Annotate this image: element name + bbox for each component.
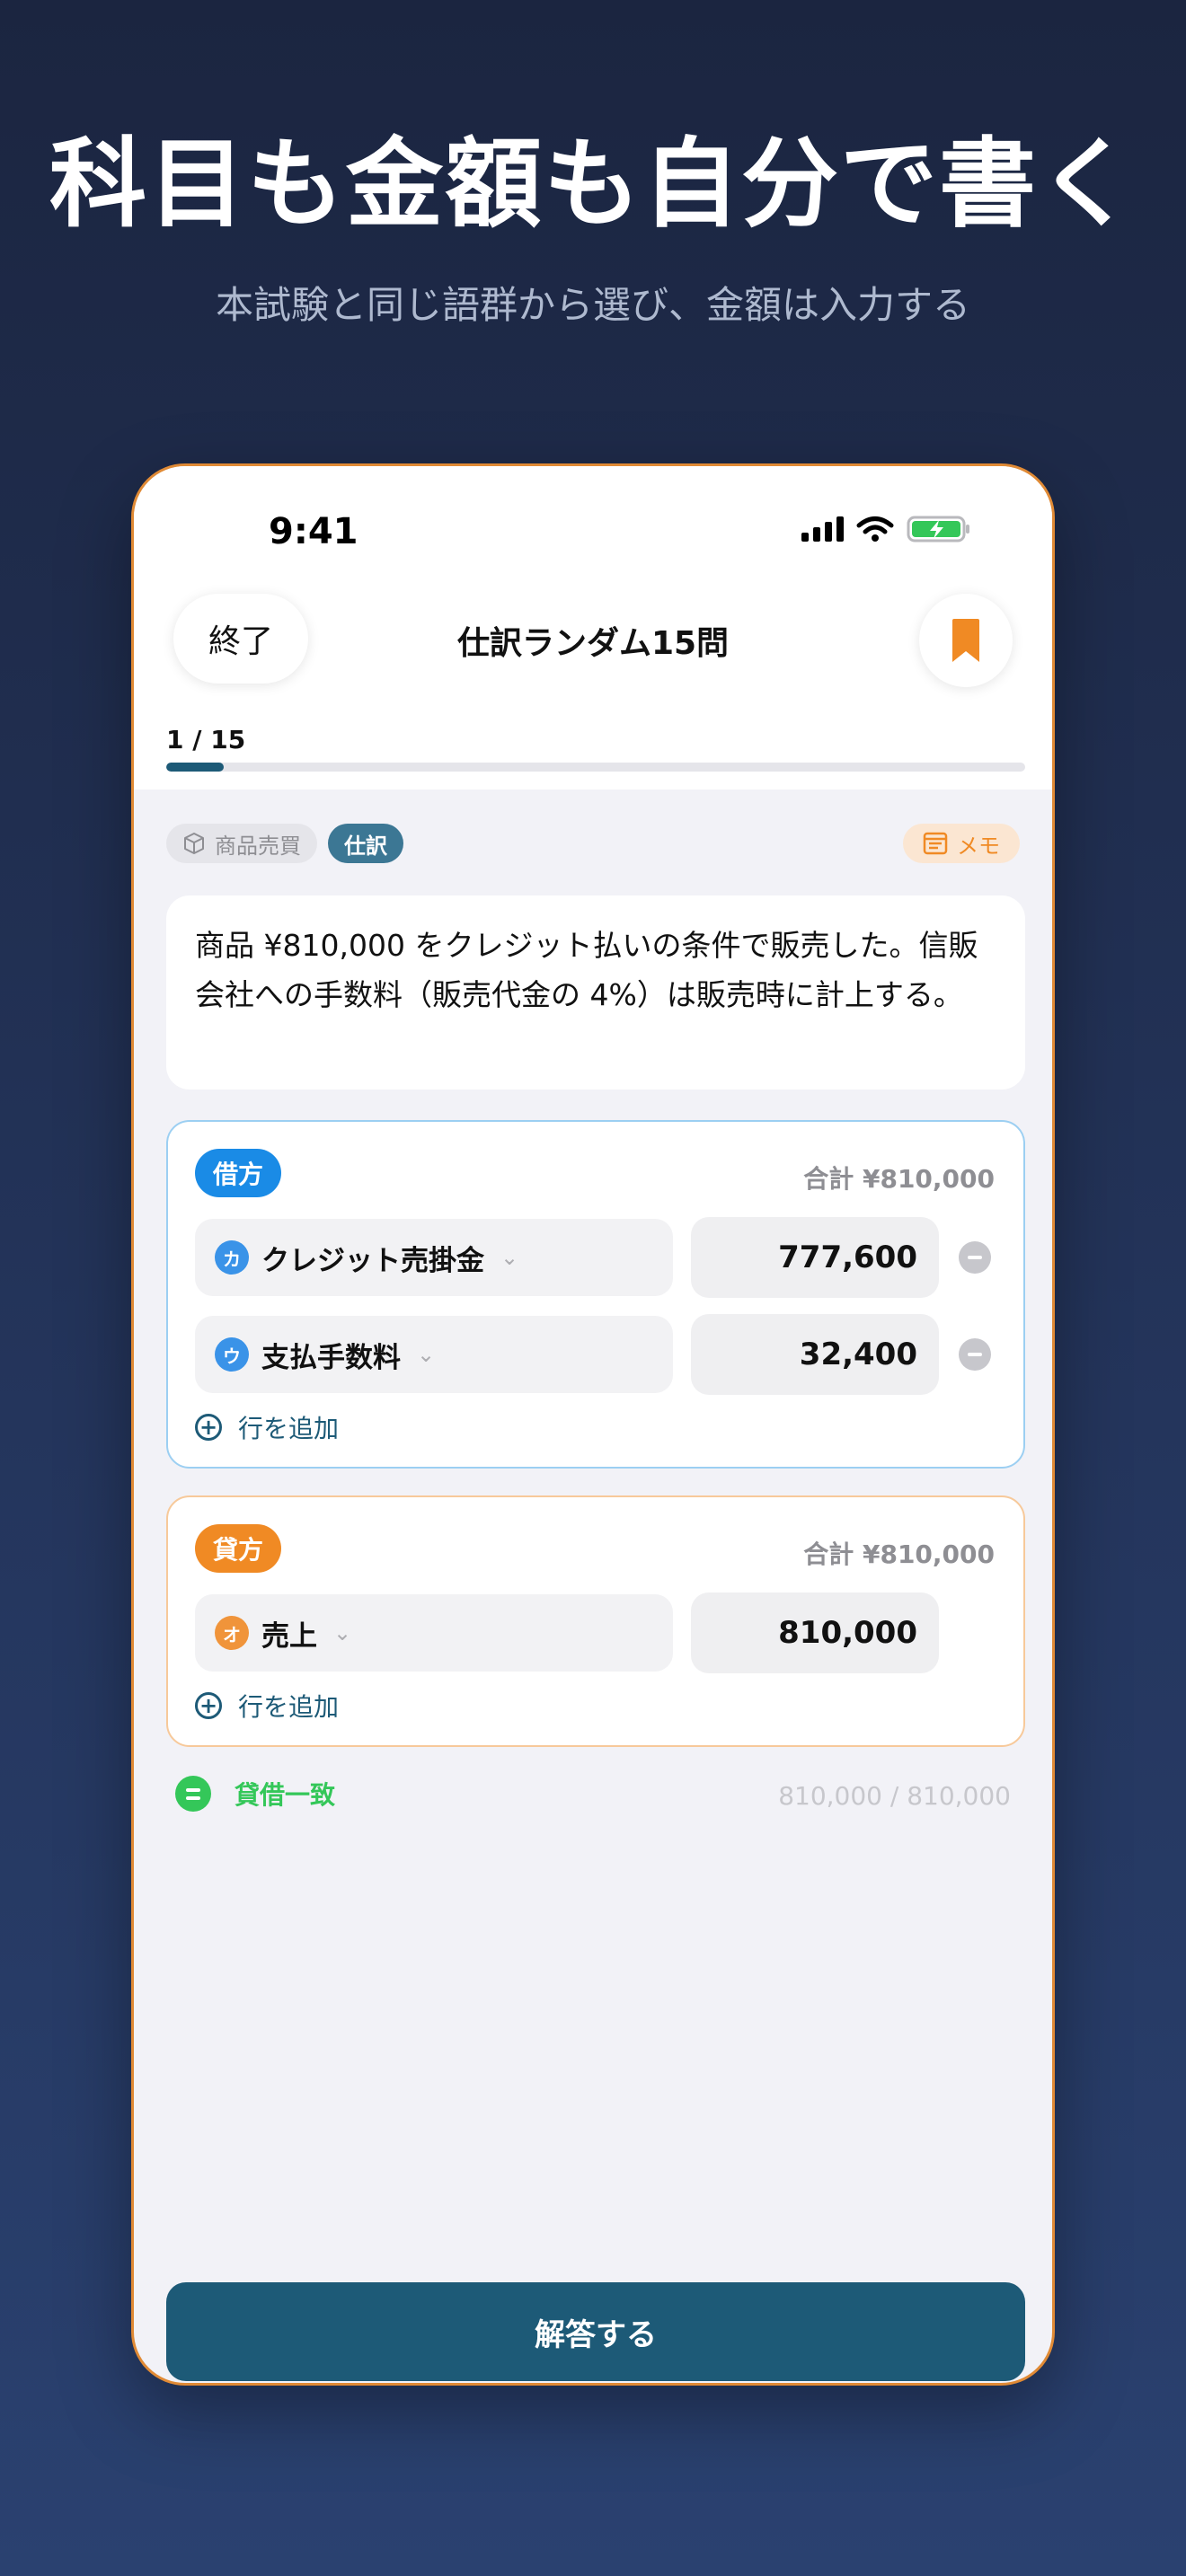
status-icons (801, 515, 971, 543)
account-badge: カ (215, 1240, 249, 1275)
remove-row-button[interactable] (959, 1241, 991, 1274)
hero-headline: 科目も金額も自分で書く (49, 128, 1137, 241)
minus-icon (968, 1353, 982, 1356)
debit-row: カ クレジット売掛金 ⌄ 777,600 (195, 1217, 1004, 1298)
type-tag-label: 仕訳 (344, 833, 387, 859)
status-time: 9:41 (269, 511, 358, 552)
credit-total: 合計 ¥810,000 (803, 1539, 995, 1569)
account-select[interactable]: カ クレジット売掛金 ⌄ (195, 1219, 673, 1296)
credit-row: オ 売上 ⌄ 810,000 (195, 1592, 1004, 1673)
chevron-down-icon: ⌄ (500, 1245, 519, 1270)
amount-input[interactable]: 32,400 (691, 1314, 939, 1395)
memo-icon (923, 832, 948, 855)
chevron-down-icon: ⌄ (333, 1620, 352, 1645)
balance-status: 貸借一致 (175, 1776, 335, 1812)
account-name: クレジット売掛金 (261, 1244, 484, 1277)
progress-bar (166, 763, 1025, 772)
bookmark-icon (952, 619, 979, 662)
type-tag: 仕訳 (328, 824, 403, 863)
balance-values: 810,000 / 810,000 (778, 1781, 1011, 1811)
debit-row: ウ 支払手数料 ⌄ 32,400 (195, 1314, 1004, 1395)
question-text: 商品 ¥810,000 をクレジット払いの条件で販売した。信販会社への手数料（販… (166, 895, 1025, 1090)
debit-label: 借方 (195, 1149, 282, 1197)
battery-charging-icon (907, 516, 969, 543)
credit-card: 貸方 合計 ¥810,000 オ 売上 ⌄ 810,000 + 行を追加 (166, 1495, 1025, 1747)
remove-row-button[interactable] (959, 1338, 991, 1371)
progress-fill (166, 763, 224, 772)
account-select[interactable]: オ 売上 ⌄ (195, 1594, 673, 1672)
plus-circle-icon: + (195, 1692, 222, 1719)
credit-label: 貸方 (195, 1524, 282, 1573)
amount-input[interactable]: 810,000 (691, 1592, 939, 1673)
memo-button[interactable]: メモ (903, 824, 1020, 863)
screen-title: 仕訳ランダム15問 (456, 625, 730, 662)
debit-add-row-button[interactable]: + 行を追加 (195, 1409, 339, 1445)
category-tag: 商品売買 (166, 824, 317, 863)
chevron-down-icon: ⌄ (417, 1342, 436, 1367)
equals-icon (175, 1776, 211, 1812)
balance-label: 貸借一致 (235, 1780, 336, 1810)
debit-card: 借方 合計 ¥810,000 カ クレジット売掛金 ⌄ 777,600 ウ 支払… (166, 1120, 1025, 1469)
add-row-label: 行を追加 (238, 1692, 340, 1722)
account-name: 支払手数料 (261, 1341, 401, 1374)
account-badge: ウ (215, 1337, 249, 1372)
hero-subline: 本試験と同じ語群から選び、金額は入力する (215, 283, 970, 327)
category-tag-label: 商品売買 (215, 833, 301, 859)
cellular-signal-icon (801, 516, 844, 542)
amount-input[interactable]: 777,600 (691, 1217, 939, 1298)
account-name: 売上 (261, 1619, 317, 1653)
credit-add-row-button[interactable]: + 行を追加 (195, 1688, 339, 1724)
wifi-icon (856, 516, 894, 542)
account-badge: オ (215, 1616, 249, 1650)
bookmark-button[interactable] (919, 594, 1013, 687)
progress-label: 1 / 15 (166, 725, 246, 754)
phone-screen: 9:41 終了 仕訳ランダム15問 1 / 15 商品売買 仕訳 メモ 商品 ¥… (131, 463, 1055, 2386)
memo-label: メモ (957, 833, 1000, 859)
add-row-label: 行を追加 (238, 1414, 340, 1443)
account-select[interactable]: ウ 支払手数料 ⌄ (195, 1316, 673, 1393)
debit-total: 合計 ¥810,000 (803, 1164, 995, 1194)
question-tags: 商品売買 仕訳 (166, 824, 403, 863)
plus-circle-icon: + (195, 1414, 222, 1441)
minus-icon (968, 1256, 982, 1259)
answer-button[interactable]: 解答する (166, 2282, 1025, 2381)
box-icon (184, 833, 204, 854)
